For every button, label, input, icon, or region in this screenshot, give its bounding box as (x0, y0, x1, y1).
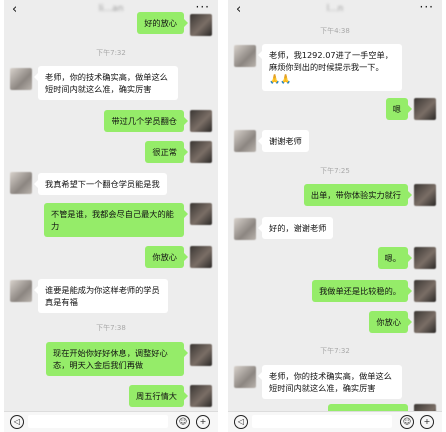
avatar[interactable] (10, 172, 32, 194)
message-bubble: 好的放心 (137, 12, 188, 34)
plus-icon[interactable]: + (420, 415, 434, 429)
avatar[interactable] (190, 110, 212, 132)
message-bubble: 你放心 (145, 246, 188, 268)
avatar[interactable] (414, 311, 436, 333)
message-bubble: 我真希望下一个翻仓学员能是我 (34, 173, 167, 195)
avatar[interactable] (414, 98, 436, 120)
avatar[interactable] (190, 385, 212, 407)
input-bar: ◁ ☺ + (4, 411, 218, 432)
avatar[interactable] (414, 184, 436, 206)
avatar[interactable] (190, 344, 212, 366)
message-bubble: 出单，带你体验实力就行 (303, 184, 413, 206)
message-bubble: 谢谢老师 (258, 130, 309, 152)
avatar[interactable] (190, 203, 212, 225)
emoji-icon[interactable]: ☺ (400, 415, 414, 429)
avatar[interactable] (234, 130, 256, 152)
plus-icon[interactable]: + (196, 415, 210, 429)
contact-name: l...n (326, 4, 344, 14)
avatar[interactable] (10, 280, 32, 302)
praying-hands-icon: 🙏🙏 (269, 75, 292, 85)
avatar[interactable] (234, 366, 256, 388)
message-bubble: 很正常 (145, 141, 188, 163)
message-bubble: 周五行情大 (129, 385, 188, 407)
message-bubble: 我做单还是比较稳的。 (312, 280, 412, 302)
message-bubble: 你放心 (369, 311, 412, 333)
message-text: 老师，我1292.07进了一手空单，麻烦你到出的时候提示我一下。 (269, 50, 393, 72)
timestamp: 下午7:38 (96, 324, 126, 332)
more-options-icon[interactable]: ··· (420, 0, 434, 14)
message-bubble: 现在开始你好好休息，调整好心态，明天入金后我们再做 (46, 342, 188, 376)
avatar[interactable] (10, 68, 32, 90)
avatar[interactable] (234, 45, 256, 67)
message-bubble: 带过几个学员翻仓 (104, 110, 188, 132)
message-input[interactable] (252, 415, 392, 428)
voice-icon[interactable]: ◁ (10, 415, 24, 429)
timestamp: 下午7:32 (320, 347, 350, 355)
avatar[interactable] (414, 247, 436, 269)
more-options-icon[interactable]: ··· (196, 0, 210, 14)
message-bubble: 不管是谁，我都会尽自己最大的能力 (44, 203, 188, 237)
message-bubble: 嗯 (385, 98, 413, 120)
chat-header: ‹ l...n ··· (228, 0, 442, 22)
timestamp: 下午7:32 (96, 49, 126, 57)
avatar[interactable] (234, 218, 256, 240)
message-bubble: 老师，你的技术确实高，做单这么短时间内就这么准，确实厉害 (34, 66, 178, 100)
avatar[interactable] (190, 246, 212, 268)
message-input[interactable] (28, 415, 168, 428)
timestamp: 下午4:38 (320, 27, 350, 35)
contact-name: li...an (98, 4, 124, 14)
message-bubble: 老师，你的技术确实高，做单这么短时间内就这么准，确实厉害 (258, 365, 402, 399)
avatar[interactable] (190, 141, 212, 163)
voice-icon[interactable]: ◁ (234, 415, 248, 429)
message-bubble: 嗯。 (377, 247, 413, 269)
chat-panel-right: ‹ l...n ··· 下午4:38 老师，我1292.07进了一手空单，麻烦你… (228, 0, 442, 432)
chat-panel-left: ‹ li...an ··· 好的放心 下午7:32 老师，你的技术确实高，做单这… (4, 0, 218, 432)
input-bar: ◁ ☺ + (228, 411, 442, 432)
message-bubble: 老师，我1292.07进了一手空单，麻烦你到出的时候提示我一下。 🙏🙏 (258, 44, 402, 91)
avatar[interactable] (190, 14, 212, 36)
message-bubble: 好的，谢谢老师 (257, 217, 334, 239)
avatar[interactable] (414, 280, 436, 302)
message-bubble: 谁要是能成为你这样老师的学员真是有福 (34, 279, 168, 313)
timestamp: 下午7:25 (320, 167, 350, 175)
emoji-icon[interactable]: ☺ (176, 415, 190, 429)
